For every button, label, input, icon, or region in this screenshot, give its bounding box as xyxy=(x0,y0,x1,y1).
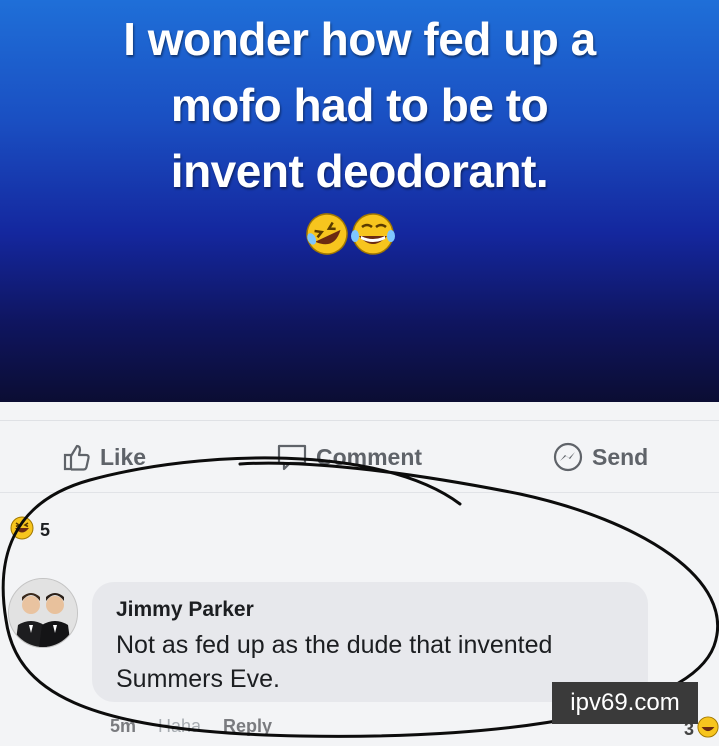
comment-haha-link[interactable]: Haha xyxy=(158,716,201,737)
headline-line-2: mofo had to be to xyxy=(170,79,549,131)
comment-button[interactable]: Comment xyxy=(276,432,422,482)
comment-author[interactable]: Jimmy Parker xyxy=(116,598,254,622)
comment-label: Comment xyxy=(316,443,423,470)
post-image[interactable]: I wonder how fed up a mofo had to be to … xyxy=(0,0,719,402)
thumbs-up-icon xyxy=(62,442,92,472)
watermark: ipv69.com xyxy=(552,682,698,724)
send-label: Send xyxy=(592,443,649,470)
rolling-on-floor-laughing-emoji xyxy=(306,213,348,255)
headline-line-1: I wonder how fed up a xyxy=(123,13,596,65)
comment-time: 5m xyxy=(110,716,137,736)
speech-bubble-icon xyxy=(276,442,308,472)
comment-meta: 5m Haha Reply xyxy=(110,716,272,737)
haha-reaction-icon xyxy=(10,516,34,545)
divider xyxy=(0,420,719,421)
like-button[interactable]: Like xyxy=(62,432,146,482)
emoji-row xyxy=(303,210,415,256)
haha-reaction-icon xyxy=(697,716,719,743)
send-button[interactable]: Send xyxy=(552,432,648,482)
reaction-count: 5 xyxy=(40,520,51,540)
like-label: Like xyxy=(100,443,147,470)
post-headline: I wonder how fed up a mofo had to be to … xyxy=(0,6,719,204)
headline-line-3: invent deodorant. xyxy=(170,145,549,197)
divider xyxy=(0,492,719,493)
tears-of-joy-emoji xyxy=(351,213,395,255)
messenger-icon xyxy=(552,441,584,473)
reaction-summary[interactable]: 5 xyxy=(10,516,50,545)
avatar[interactable] xyxy=(8,578,78,648)
comment-reply-link[interactable]: Reply xyxy=(223,716,272,737)
action-bar: Like Comment Send xyxy=(0,432,719,482)
